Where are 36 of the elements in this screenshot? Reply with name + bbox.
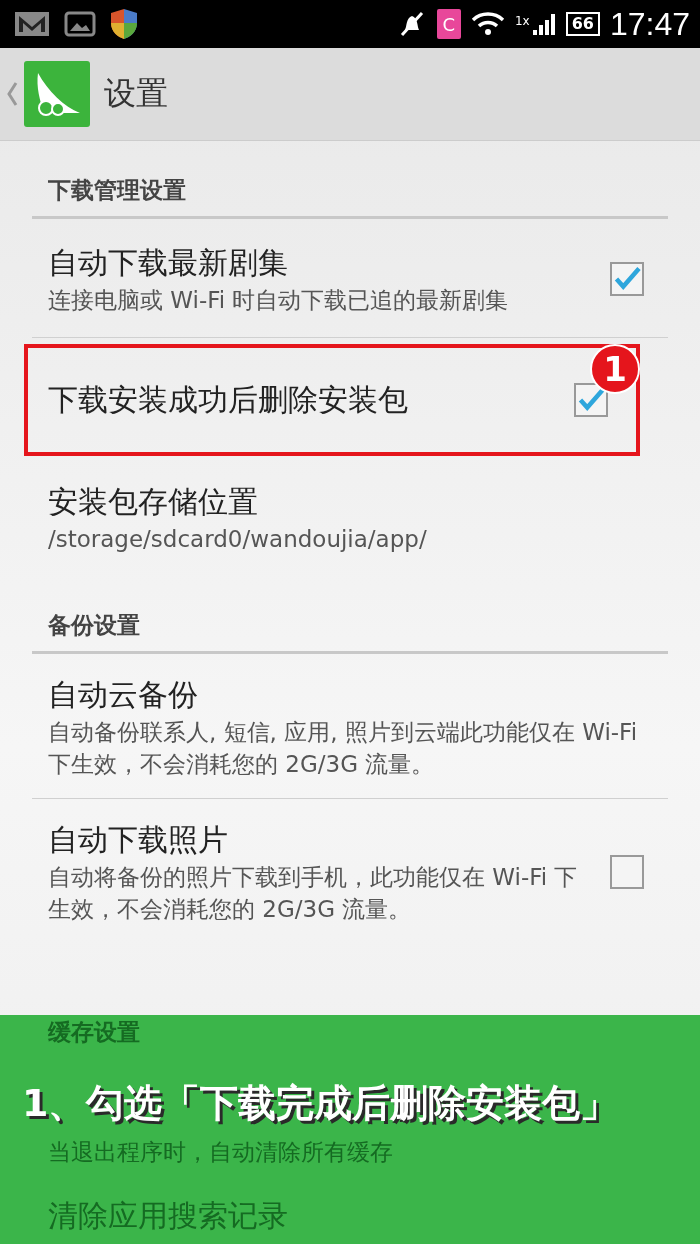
step-number-badge: 1	[590, 344, 640, 394]
caption-text: 1、勾选「下载完成后删除安装包」	[22, 1080, 620, 1127]
clock: 17:47	[609, 5, 690, 43]
signal-icon	[531, 12, 556, 36]
highlighted-setting-row[interactable]: 下载安装成功后删除安装包 1	[24, 344, 640, 456]
section-header: 备份设置	[32, 576, 668, 654]
battery-level: 66	[565, 12, 600, 36]
mail-icon	[14, 10, 50, 38]
setting-summary: 连接电脑或 Wi-Fi 时自动下载已追的最新剧集	[48, 286, 510, 315]
setting-summary: /storage/sdcard0/wandoujia/app/	[48, 525, 428, 554]
app-logo-icon	[24, 61, 90, 127]
setting-title: 自动下载最新剧集	[48, 244, 289, 282]
screen-title: 设置	[104, 73, 168, 114]
back-chevron-icon[interactable]	[6, 81, 18, 107]
setting-title: 清除应用搜索记录	[48, 1198, 289, 1234]
sim-icon: C	[436, 9, 461, 39]
section-header: 下载管理设置	[32, 141, 668, 219]
network-type-label: 1x	[514, 13, 530, 28]
setting-summary: 当退出程序时，自动清除所有缓存	[48, 1138, 394, 1167]
wifi-icon	[470, 11, 505, 37]
setting-summary: 自动将备份的照片下载到手机，此功能仅在 Wi-Fi 下生效，不会消耗您的 2G/3G 流量。	[48, 863, 579, 924]
setting-row[interactable]: 自动下载照片 自动将备份的照片下载到手机，此功能仅在 Wi-Fi 下生效，不会消耗您的 2G/3G 流量。	[32, 799, 668, 943]
checkbox[interactable]	[574, 383, 608, 417]
setting-title: 自动云备份	[48, 676, 199, 714]
setting-row[interactable]: 自动下载最新剧集 连接电脑或 Wi-Fi 时自动下载已追的最新剧集	[32, 219, 668, 338]
setting-title: 自动下载照片	[48, 821, 229, 859]
setting-title: 安装包存储位置	[48, 483, 259, 521]
setting-row[interactable]: 自动云备份 自动备份联系人, 短信, 应用, 照片到云端此功能仅在 Wi-Fi 下生效，不会消耗您的 2G/3G 流量。	[32, 654, 668, 799]
setting-row[interactable]: 安装包存储位置 /storage/sdcard0/wandoujia/app/	[32, 458, 668, 576]
shield-icon	[110, 8, 138, 40]
checkbox[interactable]	[610, 855, 644, 889]
checkbox[interactable]	[610, 262, 644, 296]
setting-title: 下载安装成功后删除安装包	[48, 381, 409, 419]
image-icon	[64, 10, 96, 38]
setting-summary: 自动备份联系人, 短信, 应用, 照片到云端此功能仅在 Wi-Fi 下生效，不会消耗您的 2G/3G 流量。	[48, 718, 639, 779]
section-header: 缓存设置	[48, 1018, 141, 1047]
